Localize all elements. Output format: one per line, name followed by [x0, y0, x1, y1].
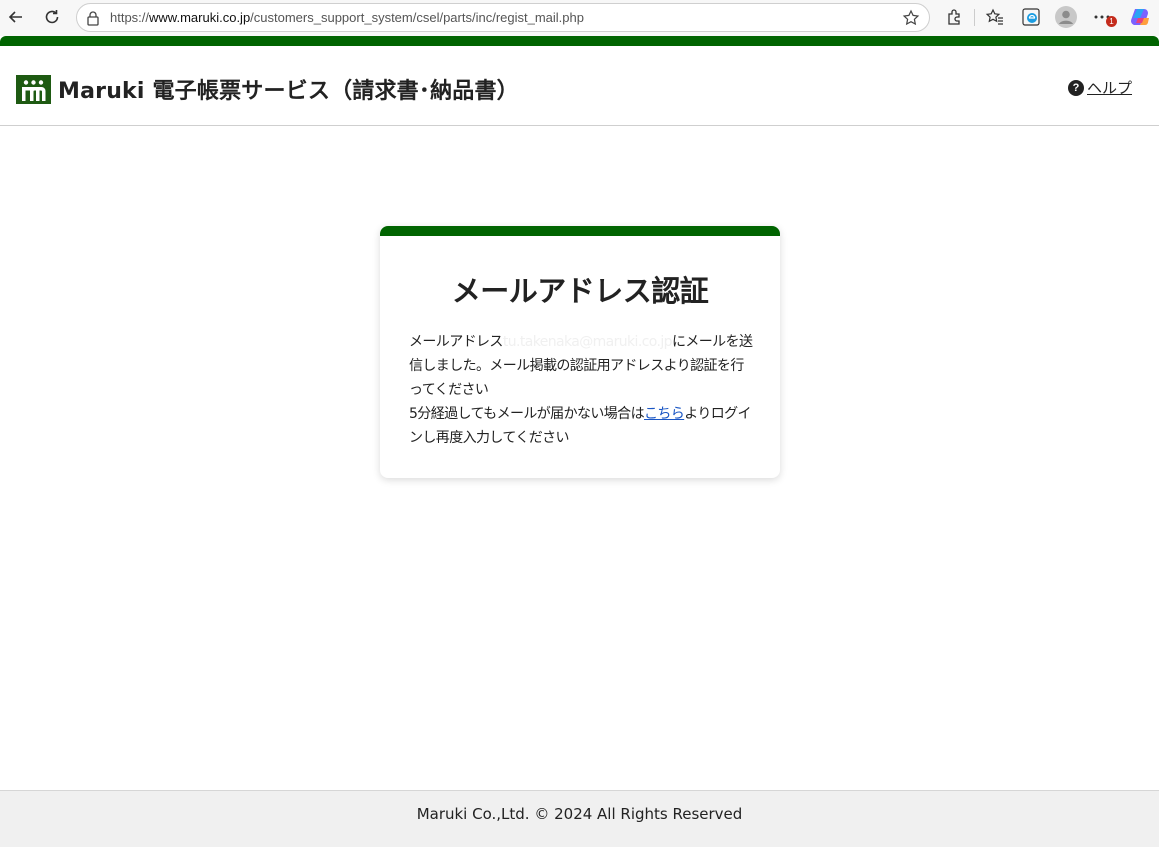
- lock-icon[interactable]: [86, 10, 100, 26]
- email-verification-card: メールアドレス認証 メールアドレスtu.takenaka@maruki.co.j…: [380, 226, 780, 478]
- copyright-text: Maruki Co.,Ltd. © 2024 All Rights Reserv…: [416, 805, 743, 823]
- star-icon[interactable]: [902, 9, 920, 27]
- help-link[interactable]: ? ヘルプ: [1068, 77, 1132, 98]
- card-message: メールアドレスtu.takenaka@maruki.co.jpにメールを送信しま…: [409, 330, 754, 450]
- address-bar[interactable]: https://www.maruki.co.jp/customers_suppo…: [76, 3, 930, 32]
- help-label[interactable]: ヘルプ: [1087, 77, 1132, 98]
- masked-email: tu.takenaka@maruki.co.jp: [502, 334, 673, 350]
- reload-icon[interactable]: [40, 5, 64, 29]
- top-brand-stripe: [0, 36, 1159, 46]
- edge-icon[interactable]: [1020, 6, 1042, 28]
- retry-link[interactable]: こちら: [644, 406, 685, 422]
- question-circle-icon: ?: [1068, 79, 1084, 96]
- site-footer: Maruki Co.,Ltd. © 2024 All Rights Reserv…: [0, 790, 1159, 847]
- message-prefix: メールアドレス: [409, 334, 503, 350]
- back-icon[interactable]: [4, 5, 28, 29]
- toolbar-separator: [974, 9, 975, 26]
- profile-icon[interactable]: [1055, 6, 1077, 28]
- maruki-logo[interactable]: [16, 75, 51, 104]
- url-host: www.maruki.co.jp: [149, 10, 251, 25]
- notification-badge: 1: [1106, 16, 1117, 27]
- site-title: Maruki 電子帳票サービス（請求書･納品書）: [58, 79, 519, 104]
- card-title: メールアドレス認証: [451, 274, 709, 308]
- extensions-icon[interactable]: [943, 6, 965, 28]
- browser-toolbar: https://www.maruki.co.jp/customers_suppo…: [0, 0, 1159, 36]
- site-header: Maruki 電子帳票サービス（請求書･納品書） ? ヘルプ: [0, 46, 1159, 126]
- retry-prefix: 5分経過してもメールが届かない場合は: [409, 406, 645, 422]
- favorites-icon[interactable]: [984, 6, 1006, 28]
- card-top-stripe: [380, 226, 780, 236]
- url-text[interactable]: https://www.maruki.co.jp/customers_suppo…: [110, 10, 584, 25]
- copilot-icon[interactable]: [1129, 6, 1151, 28]
- url-path: /customers_support_system/csel/parts/inc…: [250, 10, 584, 25]
